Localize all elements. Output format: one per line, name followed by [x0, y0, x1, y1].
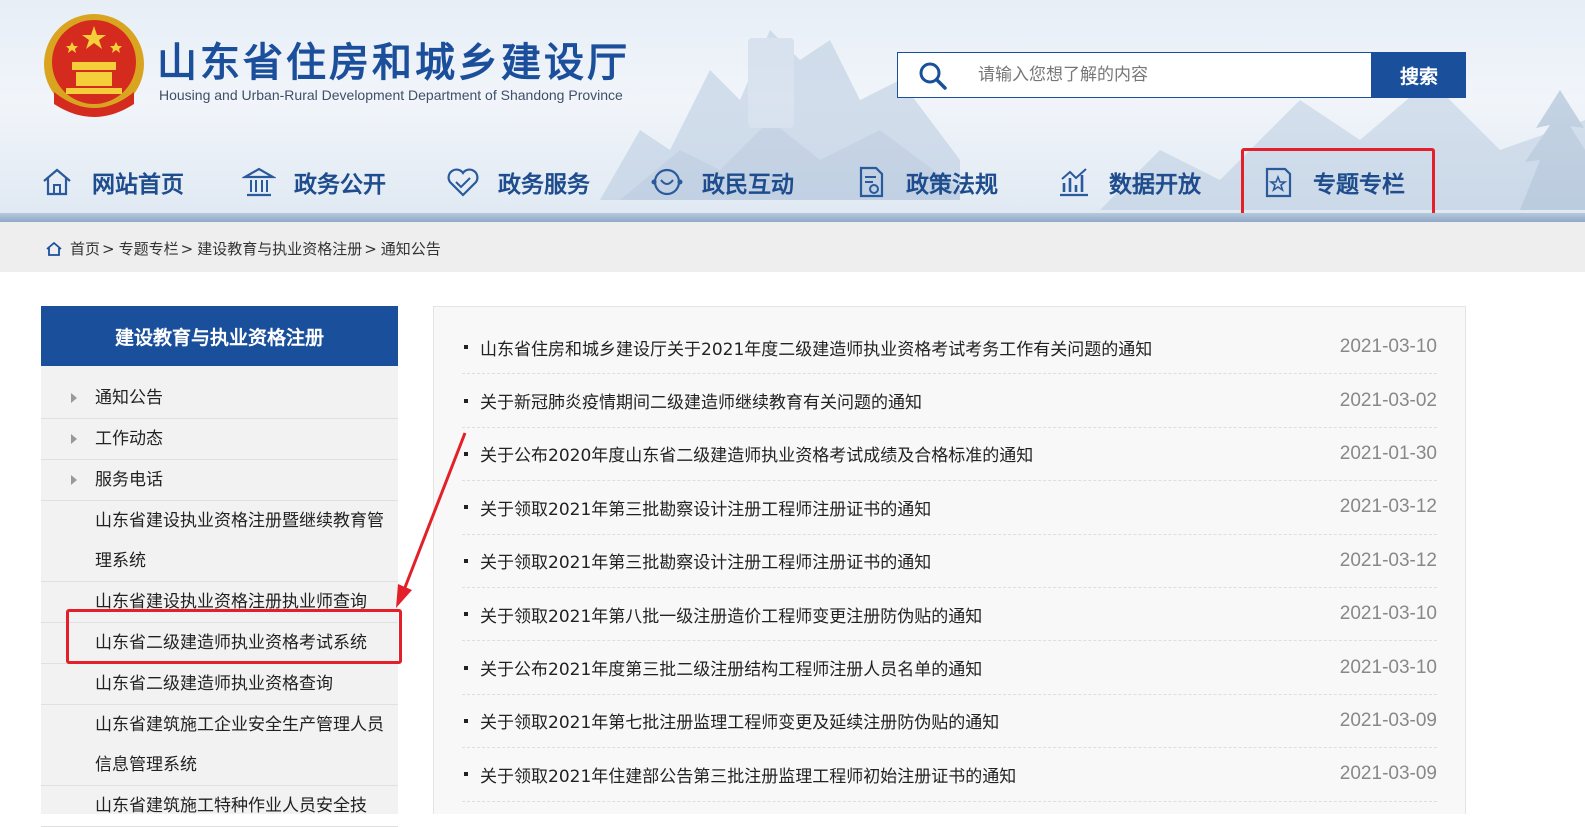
government-building-icon — [242, 167, 276, 197]
news-date: 2021-03-12 — [1339, 496, 1437, 518]
news-title: 关于领取2021年第三批勘察设计注册工程师注册证书的通知 — [480, 553, 932, 574]
sidebar-item-work-news[interactable]: 工作动态 — [41, 419, 398, 460]
nav-item-services[interactable]: 政务服务 — [446, 158, 590, 206]
news-item[interactable]: 关于新冠肺炎疫情期间二级建造师继续教育有关问题的通知 2021-03-02 — [462, 374, 1437, 428]
breadcrumb-home[interactable]: 首页 — [70, 238, 100, 259]
site-header: 山东省住房和城乡建设厅 Housing and Urban-Rural Deve… — [0, 0, 1585, 222]
breadcrumb: 首页 > 专题专栏 > 建设教育与执业资格注册 > 通知公告 — [46, 238, 441, 259]
news-title: 关于领取2021年第七批注册监理工程师变更及延续注册防伪贴的通知 — [480, 713, 1000, 734]
nav-item-home[interactable]: 网站首页 — [40, 158, 184, 206]
breadcrumb-separator: > — [102, 239, 115, 258]
nav-label: 网站首页 — [92, 172, 184, 198]
document-icon — [859, 166, 884, 198]
nav-label: 政务服务 — [498, 172, 590, 198]
bullet-icon — [464, 718, 468, 723]
bullet-icon — [464, 612, 468, 617]
annotation-highlight-box — [1241, 148, 1435, 220]
breadcrumb-special-topics[interactable]: 专题专栏 — [119, 238, 179, 259]
nav-label: 政民互动 — [702, 172, 794, 198]
sidebar: 建设教育与执业资格注册 通知公告 工作动态 服务电话 山东省建设执业资格注册暨继… — [41, 306, 398, 827]
search-box — [897, 52, 1372, 98]
sidebar-item-service-phone[interactable]: 服务电话 — [41, 460, 398, 501]
bullet-icon — [464, 505, 468, 510]
handshake-icon — [447, 168, 479, 197]
sidebar-item-label: 山东省建筑施工特种作业人员安全技 — [95, 796, 367, 816]
breadcrumb-current[interactable]: 通知公告 — [381, 238, 441, 259]
chart-icon — [1060, 168, 1088, 197]
news-item[interactable]: 关于领取2021年第三批勘察设计注册工程师注册证书的通知 2021-03-12 — [462, 481, 1437, 535]
nav-item-open-data[interactable]: 数据开放 — [1057, 158, 1201, 206]
news-title: 关于领取2021年住建部公告第三批注册监理工程师初始注册证书的通知 — [480, 766, 1017, 787]
nav-label: 政务公开 — [294, 172, 386, 198]
news-title: 山东省住房和城乡建设厅关于2021年度二级建造师执业资格考试考务工作有关问题的通… — [480, 339, 1153, 360]
bullet-icon — [464, 398, 468, 403]
news-date: 2021-03-09 — [1339, 763, 1437, 785]
news-item[interactable]: 关于公布2020年度山东省二级建造师执业资格考试成绩及合格标准的通知 2021-… — [462, 428, 1437, 482]
sidebar-item-qualification-query[interactable]: 山东省二级建造师执业资格查询 — [41, 664, 398, 705]
news-date: 2021-03-09 — [1339, 709, 1437, 731]
nav-item-interaction[interactable]: 政民互动 — [650, 158, 794, 206]
bullet-icon — [464, 345, 468, 350]
caret-right-icon — [71, 434, 77, 444]
search-button[interactable]: 搜索 — [1372, 52, 1466, 98]
news-title: 关于领取2021年第八批一级注册造价工程师变更注册防伪贴的通知 — [480, 606, 983, 627]
site-title: 山东省住房和城乡建设厅 — [157, 40, 630, 86]
nav-item-government-affairs[interactable]: 政务公开 — [242, 158, 386, 206]
header-divider — [0, 213, 1585, 222]
sidebar-item-label: 山东省建设执业资格注册暨继续教育管理系统 — [95, 511, 384, 571]
breadcrumb-separator: > — [364, 239, 377, 258]
news-panel: 山东省住房和城乡建设厅关于2021年度二级建造师执业资格考试考务工作有关问题的通… — [433, 306, 1466, 814]
news-item[interactable]: 关于领取2021年第八批一级注册造价工程师变更注册防伪贴的通知 2021-03-… — [462, 588, 1437, 642]
sidebar-item-notices[interactable]: 通知公告 — [41, 378, 398, 419]
news-list: 山东省住房和城乡建设厅关于2021年度二级建造师执业资格考试考务工作有关问题的通… — [462, 321, 1437, 802]
sidebar-list: 通知公告 工作动态 服务电话 山东省建设执业资格注册暨继续教育管理系统 山东省建… — [41, 366, 398, 827]
news-title: 关于公布2021年度第三批二级注册结构工程师注册人员名单的通知 — [480, 660, 983, 681]
sidebar-title: 建设教育与执业资格注册 — [41, 306, 398, 366]
caret-right-icon — [71, 475, 77, 485]
sidebar-item-label: 工作动态 — [95, 429, 163, 449]
news-date: 2021-03-02 — [1339, 389, 1437, 411]
news-date: 2021-03-10 — [1339, 336, 1437, 358]
news-title: 关于新冠肺炎疫情期间二级建造师继续教育有关问题的通知 — [480, 393, 922, 414]
news-title: 关于领取2021年第三批勘察设计注册工程师注册证书的通知 — [480, 499, 932, 520]
bullet-icon — [464, 558, 468, 563]
breadcrumb-separator: > — [180, 239, 194, 258]
home-icon — [43, 168, 71, 196]
news-item[interactable]: 关于公布2021年度第三批二级注册结构工程师注册人员名单的通知 2021-03-… — [462, 641, 1437, 695]
interaction-icon — [651, 168, 683, 196]
bullet-icon — [464, 665, 468, 670]
search-icon — [919, 62, 947, 90]
home-icon — [46, 241, 62, 256]
sidebar-item-registration-system[interactable]: 山东省建设执业资格注册暨继续教育管理系统 — [41, 501, 398, 582]
news-item[interactable]: 关于领取2021年第七批注册监理工程师变更及延续注册防伪贴的通知 2021-03… — [462, 695, 1437, 749]
nav-item-policies[interactable]: 政策法规 — [854, 158, 998, 206]
sidebar-item-label: 服务电话 — [95, 470, 163, 490]
sidebar-item-safety-management[interactable]: 山东省建筑施工企业安全生产管理人员信息管理系统 — [41, 705, 398, 786]
news-item[interactable]: 关于领取2021年住建部公告第三批注册监理工程师初始注册证书的通知 2021-0… — [462, 748, 1437, 802]
caret-right-icon — [71, 393, 77, 403]
national-emblem-icon — [44, 14, 144, 117]
search-input[interactable] — [978, 53, 1358, 97]
news-date: 2021-03-12 — [1339, 549, 1437, 571]
news-item[interactable]: 关于领取2021年第三批勘察设计注册工程师注册证书的通知 2021-03-12 — [462, 535, 1437, 588]
news-date: 2021-03-10 — [1339, 603, 1437, 625]
sidebar-item-label: 山东省二级建造师执业资格查询 — [95, 674, 333, 694]
site-subtitle: Housing and Urban-Rural Development Depa… — [159, 87, 623, 103]
nav-label: 政策法规 — [906, 172, 998, 198]
news-date: 2021-03-10 — [1339, 656, 1437, 678]
bullet-icon — [464, 451, 468, 456]
annotation-highlight-box — [66, 609, 402, 664]
news-date: 2021-01-30 — [1339, 442, 1437, 464]
sidebar-item-label: 山东省建筑施工企业安全生产管理人员信息管理系统 — [95, 715, 384, 775]
main-nav: 网站首页 政务公开 政务服务 政民互动 政策法规 数据开放 专题专栏 — [0, 148, 1585, 220]
news-title: 关于公布2020年度山东省二级建造师执业资格考试成绩及合格标准的通知 — [480, 446, 1034, 467]
sidebar-item-special-operations[interactable]: 山东省建筑施工特种作业人员安全技 — [41, 786, 398, 827]
breadcrumb-section[interactable]: 建设教育与执业资格注册 — [197, 238, 362, 259]
nav-label: 数据开放 — [1109, 172, 1201, 198]
breadcrumb-bar: 首页 > 专题专栏 > 建设教育与执业资格注册 > 通知公告 — [0, 222, 1585, 272]
news-item[interactable]: 山东省住房和城乡建设厅关于2021年度二级建造师执业资格考试考务工作有关问题的通… — [462, 321, 1437, 375]
sidebar-item-label: 通知公告 — [95, 388, 163, 408]
bullet-icon — [464, 772, 468, 777]
